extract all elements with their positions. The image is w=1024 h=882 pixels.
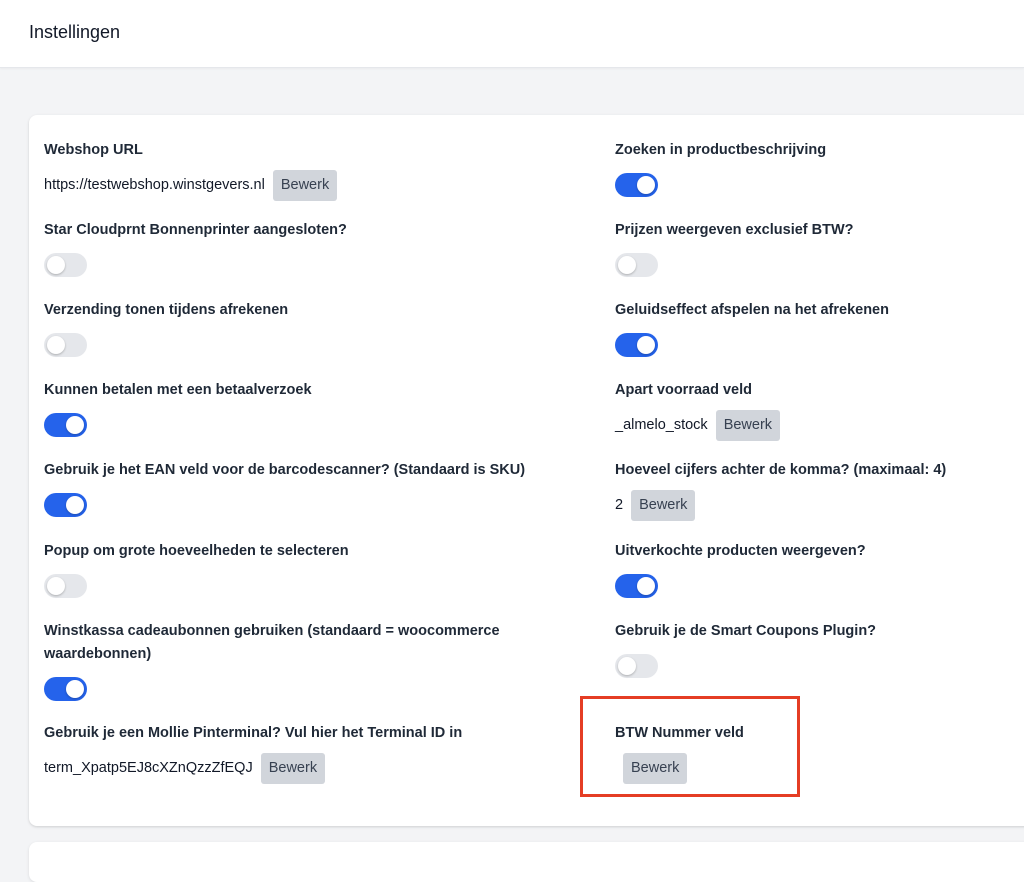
setting-label: Hoeveel cijfers achter de komma? (maxima… (615, 462, 947, 478)
webshop-url-value: https://testwebshop.winstgevers.nl (44, 177, 265, 193)
payment-request-toggle[interactable] (44, 413, 87, 437)
toggle-knob (618, 256, 636, 274)
ean-field-toggle[interactable] (44, 493, 87, 517)
setting-label: Gebruik je het EAN veld voor de barcodes… (44, 462, 526, 478)
decimals-value: 2 (615, 497, 624, 513)
setting-prices-excl-vat: Prijzen weergeven exclusief BTW? (615, 219, 1015, 280)
page-title: Instellingen (29, 22, 121, 42)
toggle-knob (637, 577, 655, 595)
setting-ean-field: Gebruik je het EAN veld voor de barcodes… (44, 459, 584, 520)
smart-coupons-toggle[interactable] (615, 654, 658, 678)
stock-field-value: _almelo_stock (615, 417, 708, 433)
setting-label: Zoeken in productbeschrijving (615, 142, 827, 158)
setting-popup-quantities: Popup om grote hoeveelheden te selectere… (44, 540, 584, 601)
toggle-knob (637, 336, 655, 354)
setting-sold-out: Uitverkochte producten weergeven? (615, 540, 1015, 601)
edit-stock-field-button[interactable]: Bewerk (715, 409, 781, 441)
setting-label: Uitverkochte producten weergeven? (615, 543, 866, 559)
setting-stock-field: Apart voorraad veld _almelo_stock Bewerk (615, 379, 1015, 441)
search-description-toggle[interactable] (615, 173, 658, 197)
toggle-knob (47, 336, 65, 354)
toggle-knob (47, 256, 65, 274)
setting-webshop-url: Webshop URL https://testwebshop.winstgev… (44, 139, 584, 201)
setting-decimals: Hoeveel cijfers achter de komma? (maxima… (615, 459, 1015, 521)
setting-label: Star Cloudprnt Bonnenprinter aangesloten… (44, 222, 347, 238)
toggle-knob (66, 416, 84, 434)
setting-label: Webshop URL (44, 142, 143, 158)
prices-excl-vat-toggle[interactable] (615, 253, 658, 277)
toggle-knob (66, 496, 84, 514)
setting-label: Gebruik je de Smart Coupons Plugin? (615, 623, 877, 639)
setting-label: Apart voorraad veld (615, 382, 752, 398)
setting-show-shipping: Verzending tonen tijdens afrekenen (44, 299, 584, 360)
terminal-id-value: term_Xpatp5EJ8cXZnQzzZfEQJ (44, 760, 253, 776)
edit-vat-number-button[interactable]: Bewerk (623, 752, 688, 784)
setting-label: Popup om grote hoeveelheden te selectere… (44, 543, 349, 559)
setting-label: Gebruik je een Mollie Pinterminal? Vul h… (44, 725, 463, 741)
setting-gift-cards: Winstkassa cadeaubonnen gebruiken (stand… (44, 620, 544, 704)
setting-label: BTW Nummer veld (615, 725, 744, 741)
edit-decimals-button[interactable]: Bewerk (631, 489, 696, 521)
setting-smart-coupons: Gebruik je de Smart Coupons Plugin? (615, 620, 1015, 681)
sound-effect-toggle[interactable] (615, 333, 658, 357)
top-header: Instellingen (0, 0, 1024, 68)
toggle-knob (637, 176, 655, 194)
setting-label: Verzending tonen tijdens afrekenen (44, 302, 289, 318)
toggle-knob (618, 657, 636, 675)
setting-label: Geluidseffect afspelen na het afrekenen (615, 302, 889, 318)
gift-cards-toggle[interactable] (44, 677, 87, 701)
popup-quantities-toggle[interactable] (44, 574, 87, 598)
setting-vat-number-field: BTW Nummer veld Bewerk (615, 722, 795, 784)
show-shipping-toggle[interactable] (44, 333, 87, 357)
setting-label: Kunnen betalen met een betaalverzoek (44, 382, 312, 398)
setting-star-printer: Star Cloudprnt Bonnenprinter aangesloten… (44, 219, 584, 280)
edit-webshop-url-button[interactable]: Bewerk (272, 169, 338, 201)
setting-label: Winstkassa cadeaubonnen gebruiken (stand… (44, 623, 500, 662)
toggle-knob (47, 577, 65, 595)
next-card (29, 842, 1024, 882)
setting-mollie-terminal: Gebruik je een Mollie Pinterminal? Vul h… (44, 722, 584, 784)
setting-sound-effect: Geluidseffect afspelen na het afrekenen (615, 299, 1015, 360)
star-printer-toggle[interactable] (44, 253, 87, 277)
setting-search-description: Zoeken in productbeschrijving (615, 139, 1015, 200)
edit-terminal-id-button[interactable]: Bewerk (260, 752, 326, 784)
setting-payment-request: Kunnen betalen met een betaalverzoek (44, 379, 584, 440)
toggle-knob (66, 680, 84, 698)
sold-out-toggle[interactable] (615, 574, 658, 598)
setting-label: Prijzen weergeven exclusief BTW? (615, 222, 854, 238)
